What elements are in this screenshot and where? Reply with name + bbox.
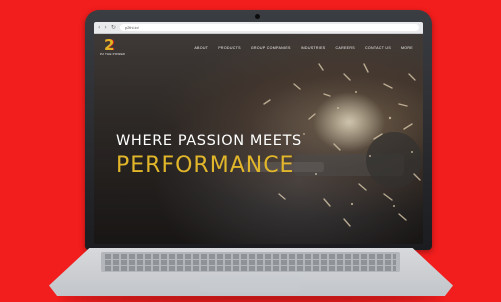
logo-text: P2 THE POWER — [100, 52, 126, 56]
nav-item-more[interactable]: MORE — [401, 46, 413, 50]
nav-item-about[interactable]: ABOUT — [194, 46, 208, 50]
nav-item-careers[interactable]: CAREERS — [336, 46, 355, 50]
laptop-lid: ‹ › ↻ p2thi.in/ 2 P2 THE POWER ABOUT PRO… — [85, 10, 432, 250]
laptop-mockup: ‹ › ↻ p2thi.in/ 2 P2 THE POWER ABOUT PRO… — [0, 0, 501, 302]
trackpad — [200, 276, 301, 292]
hero-section: 2 P2 THE POWER ABOUT PRODUCTS GROUP COMP… — [94, 34, 423, 244]
reload-icon[interactable]: ↻ — [111, 24, 116, 31]
hero-title-line2: PERFORMANCE — [116, 153, 295, 178]
keyboard-row — [105, 260, 396, 265]
keyboard — [101, 252, 400, 272]
nav-item-contact-us[interactable]: CONTACT US — [365, 46, 391, 50]
site-logo[interactable]: 2 P2 THE POWER — [100, 36, 126, 59]
site-header: 2 P2 THE POWER ABOUT PRODUCTS GROUP COMP… — [94, 34, 423, 62]
main-nav: ABOUT PRODUCTS GROUP COMPANIES INDUSTRIE… — [194, 46, 417, 50]
keyboard-row — [105, 266, 396, 271]
back-arrow-icon[interactable]: ‹ — [98, 24, 100, 31]
forward-arrow-icon[interactable]: › — [104, 24, 106, 31]
hero-headline: WHERE PASSION MEETS PERFORMANCE — [116, 133, 396, 178]
logo-mark: 2 — [104, 36, 115, 54]
browser-toolbar: ‹ › ↻ p2thi.in/ — [94, 22, 423, 34]
address-bar[interactable]: p2thi.in/ — [119, 24, 419, 31]
hero-title-line1: WHERE PASSION MEETS — [116, 133, 302, 149]
webcam-icon — [255, 14, 260, 19]
laptop-screen: ‹ › ↻ p2thi.in/ 2 P2 THE POWER ABOUT PRO… — [94, 22, 423, 244]
nav-item-industries[interactable]: INDUSTRIES — [301, 46, 326, 50]
nav-item-products[interactable]: PRODUCTS — [218, 46, 241, 50]
keyboard-row — [105, 254, 396, 259]
nav-item-group-companies[interactable]: GROUP COMPANIES — [251, 46, 291, 50]
